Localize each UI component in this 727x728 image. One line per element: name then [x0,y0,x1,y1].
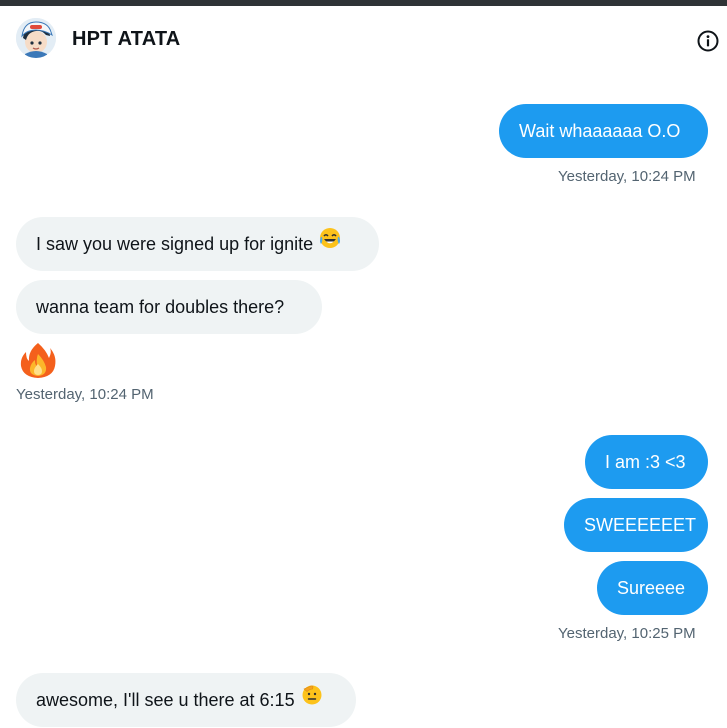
conversation-header: HPT ATATA [0,6,727,76]
saluting-face-emoji-icon [301,672,323,726]
conversation-title: HPT ATATA [72,28,181,50]
info-icon[interactable] [696,29,720,53]
message-bubble-received[interactable]: awesome, I'll see u there at 6:15 [16,673,356,727]
message-text: wanna team for doubles there? [36,297,285,317]
tears-of-joy-emoji-icon [319,216,341,270]
message-bubble-sent[interactable]: Sureeee [597,561,708,615]
message-text: awesome, I'll see u there at 6:15 [36,690,295,710]
message-bubble-received[interactable]: I saw you were signed up for ignite [16,217,379,271]
message-timestamp: Yesterday, 10:25 PM [558,625,696,642]
message-text: Sureeee [617,578,686,598]
message-bubble-received[interactable]: wanna team for doubles there? [16,280,322,334]
message-text: I saw you were signed up for ignite [36,234,314,254]
fire-emoji-icon[interactable] [16,340,60,380]
message-timestamp: Yesterday, 10:24 PM [558,168,696,185]
avatar[interactable] [16,18,56,58]
message-text: SWEEEEEET [584,515,697,535]
message-bubble-sent[interactable]: Wait whaaaaaa O.O [499,104,708,158]
message-bubble-sent[interactable]: SWEEEEEET [564,498,708,552]
message-text: Wait whaaaaaa O.O [519,121,681,141]
message-timestamp: Yesterday, 10:24 PM [16,386,154,403]
message-bubble-sent[interactable]: I am :3 <3 [585,435,708,489]
message-text: I am :3 <3 [605,452,686,472]
